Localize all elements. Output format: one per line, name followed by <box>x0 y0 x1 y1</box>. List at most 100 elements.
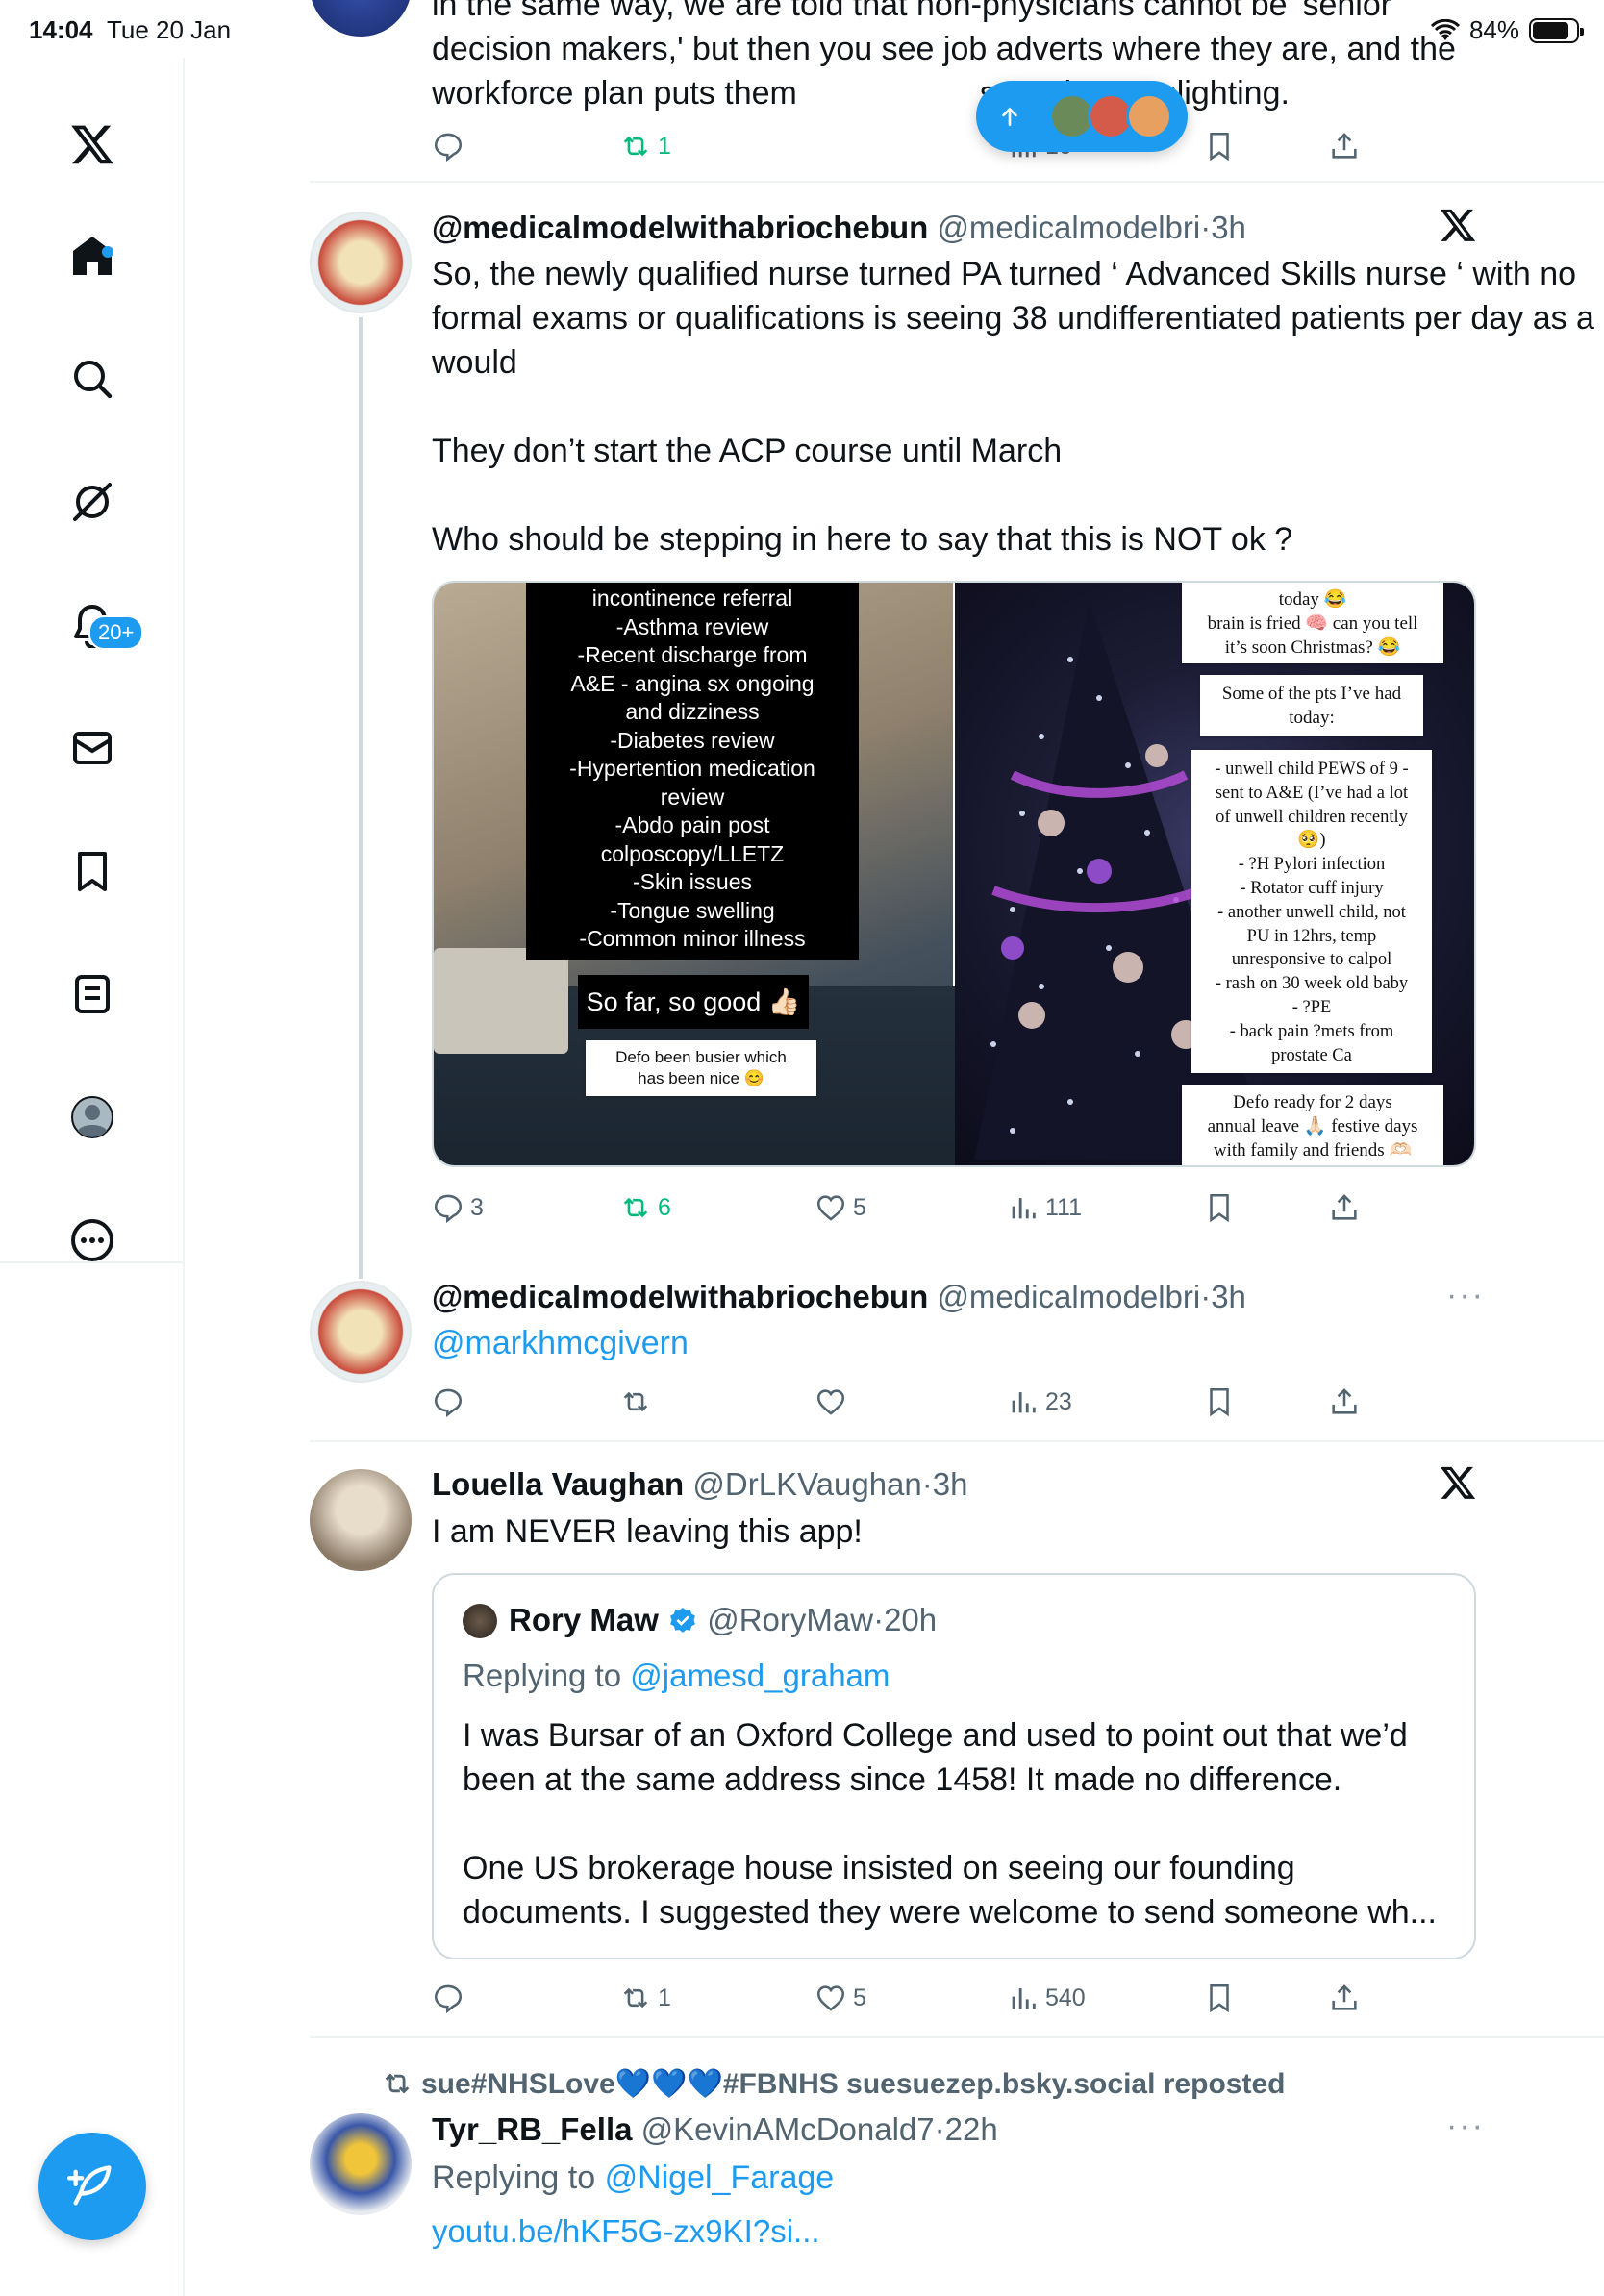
timestamp[interactable]: 20h <box>884 1602 937 1637</box>
views-button[interactable]: 540 <box>1007 1982 1086 2014</box>
timeline-feed[interactable]: in the same way, we are told that non-ph… <box>187 0 1604 2296</box>
bookmark-icon <box>1210 1387 1229 1417</box>
bookmark-button[interactable] <box>1203 1385 1236 1418</box>
x-logo-icon[interactable] <box>54 106 131 183</box>
reply-button[interactable] <box>432 1385 470 1418</box>
search-icon[interactable] <box>54 340 131 417</box>
bookmark-icon <box>1210 1984 1229 2013</box>
handle[interactable]: @medicalmodelbri <box>937 1279 1200 1314</box>
heart-icon <box>816 1389 845 1415</box>
views-button[interactable]: 23 <box>1007 1385 1072 1418</box>
more-icon[interactable] <box>54 1202 131 1279</box>
repost-icon <box>623 1391 648 1412</box>
avatar[interactable] <box>310 1281 412 1383</box>
lists-icon[interactable] <box>54 956 131 1033</box>
bookmark-button[interactable] <box>1203 130 1236 162</box>
like-button[interactable] <box>815 1385 853 1418</box>
mention-link[interactable]: @Nigel_Farage <box>605 2159 835 2196</box>
post-header: @medicalmodelwithabriochebun @medicalmod… <box>432 1279 1246 1314</box>
grok-icon[interactable] <box>54 463 131 540</box>
share-icon <box>1332 1194 1357 1220</box>
bookmark-button[interactable] <box>1203 1982 1236 2014</box>
reply-icon <box>434 1194 463 1224</box>
repost-button[interactable] <box>619 1385 658 1418</box>
post-divider <box>310 2036 1604 2038</box>
media-image-left[interactable]: incontinence referral -Asthma review -Re… <box>434 583 955 1165</box>
share-button[interactable] <box>1328 130 1361 162</box>
share-button[interactable] <box>1328 1191 1361 1224</box>
bookmarks-icon[interactable] <box>54 833 131 910</box>
media-subcaption: Defo been busier which has been nice 😊 <box>586 1040 816 1096</box>
media-list-overlay: incontinence referral -Asthma review -Re… <box>526 583 859 960</box>
messages-icon[interactable] <box>54 710 131 786</box>
handle[interactable]: @DrLKVaughan <box>692 1466 921 1502</box>
views-button[interactable]: 111 <box>1007 1191 1082 1224</box>
bookmark-button[interactable] <box>1203 1191 1236 1224</box>
media-note-top: today 😂 brain is fried 🧠 can you tell it… <box>1182 583 1443 663</box>
more-options-icon[interactable]: ··· <box>1446 2108 1485 2145</box>
reply-button[interactable] <box>432 130 470 162</box>
avatar[interactable] <box>310 2113 412 2215</box>
timestamp[interactable]: 22h <box>945 2111 998 2147</box>
post-actions: 23 <box>432 1383 1604 1421</box>
display-name[interactable]: @medicalmodelwithabriochebun <box>432 1279 928 1314</box>
display-name[interactable]: @medicalmodelwithabriochebun <box>432 210 928 245</box>
home-unread-dot <box>102 246 113 258</box>
home-icon[interactable] <box>54 217 131 294</box>
share-icon <box>1332 1388 1357 1414</box>
post-divider <box>310 181 1604 183</box>
views-icon <box>1012 1198 1036 1219</box>
display-name[interactable]: Louella Vaughan <box>432 1466 684 1502</box>
share-button[interactable] <box>1328 1982 1361 2014</box>
handle[interactable]: @medicalmodelbri <box>937 210 1200 245</box>
repost-context: sue#NHSLove💙💙💙#FBNHS suesuezep.bsky.soci… <box>381 2067 1285 2101</box>
media-note-list: - unwell child PEWS of 9 - sent to A&E (… <box>1191 750 1432 1073</box>
avatar[interactable] <box>310 0 412 37</box>
reply-button[interactable]: 3 <box>432 1191 484 1224</box>
handle[interactable]: @RoryMaw <box>707 1602 873 1637</box>
more-options-icon[interactable]: ··· <box>1446 1277 1485 1314</box>
like-button[interactable]: 5 <box>815 1982 866 2014</box>
repost-icon <box>385 2073 410 2094</box>
x-logo-icon <box>1440 209 1476 241</box>
profile-icon[interactable] <box>54 1079 131 1156</box>
quoted-post[interactable]: Rory Maw @RoryMaw·20h Replying to @james… <box>432 1573 1476 1959</box>
share-button[interactable] <box>1328 1385 1361 1418</box>
views-icon <box>1012 1392 1036 1413</box>
compose-feather-icon <box>67 2165 112 2206</box>
thread-line <box>359 317 363 1279</box>
post-actions: 1 5 540 <box>432 1979 1604 2017</box>
sidebar: 20+ <box>0 58 185 2296</box>
repost-button[interactable]: 1 <box>619 1982 671 2014</box>
repost-icon <box>623 1197 648 1218</box>
mention-link[interactable]: @markhmcgivern <box>432 1321 689 1365</box>
views-icon <box>1012 1988 1036 2009</box>
mention-link[interactable]: @jamesd_graham <box>630 1658 890 1693</box>
quote-text: I was Bursar of an Oxford College and us… <box>463 1717 1437 1931</box>
post-media[interactable]: incontinence referral -Asthma review -Re… <box>432 581 1476 1167</box>
timestamp[interactable]: 3h <box>1211 210 1246 245</box>
post-actions: 3 6 5 111 <box>432 1188 1604 1227</box>
display-name[interactable]: Rory Maw <box>509 1602 659 1637</box>
display-name[interactable]: Tyr_RB_Fella <box>432 2111 632 2147</box>
post-header: @medicalmodelwithabriochebun @medicalmod… <box>432 210 1246 245</box>
new-posts-pill[interactable] <box>976 81 1188 152</box>
replying-to: Replying to @Nigel_Farage <box>432 2159 835 2196</box>
reply-button[interactable] <box>432 1982 470 2014</box>
reply-icon <box>434 1388 463 1418</box>
like-button[interactable]: 5 <box>815 1191 866 1224</box>
media-image-right[interactable]: today 😂 brain is fried 🧠 can you tell it… <box>955 583 1474 1165</box>
notifications-badge: 20+ <box>88 615 144 650</box>
timestamp[interactable]: 3h <box>933 1466 968 1502</box>
reply-icon <box>434 133 463 162</box>
handle[interactable]: @KevinAMcDonald7 <box>641 2111 935 2147</box>
external-link[interactable]: youtu.be/hKF5G-zx9KI?si... <box>432 2213 820 2250</box>
avatar[interactable] <box>310 1469 412 1571</box>
avatar[interactable] <box>310 212 412 313</box>
repost-button[interactable]: 1 <box>619 130 671 162</box>
compose-button[interactable] <box>38 2133 146 2240</box>
repost-button[interactable]: 6 <box>619 1191 671 1224</box>
media-note-bottom: Defo ready for 2 days annual leave 🙏🏻 fe… <box>1182 1085 1443 1165</box>
timestamp[interactable]: 3h <box>1211 1279 1246 1314</box>
repost-icon <box>623 136 648 157</box>
